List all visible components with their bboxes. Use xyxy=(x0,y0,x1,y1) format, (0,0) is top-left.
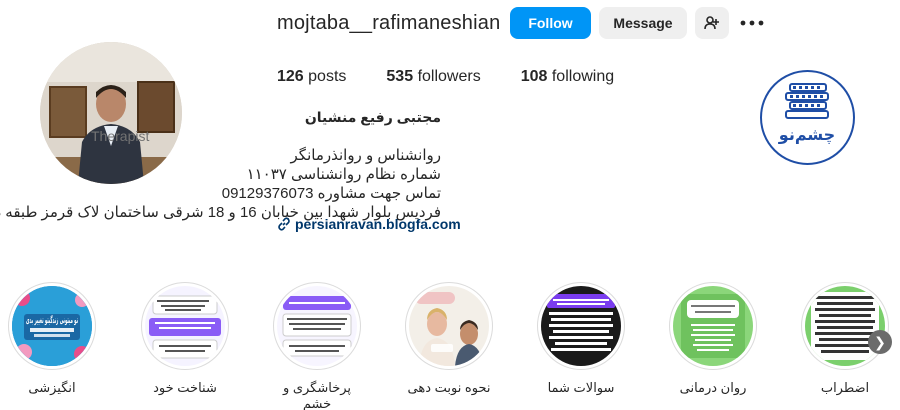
more-options-button[interactable] xyxy=(738,12,766,34)
bio-line: شماره نظام روانشناسی ۱۱۰۳۷ xyxy=(246,166,441,183)
website-link-text: persianravan.blogfa.com xyxy=(295,216,461,232)
highlight-cover-ring xyxy=(405,282,493,370)
posts-count: 126 xyxy=(277,68,304,85)
followers-stat[interactable]: 535 followers xyxy=(386,68,480,86)
highlight-cover-ring xyxy=(273,282,361,370)
highlight-cover-image xyxy=(277,286,357,366)
highlight-cover-image xyxy=(805,286,885,366)
highlights-next-button[interactable]: ❯ xyxy=(868,330,892,354)
followers-label: followers xyxy=(417,68,481,85)
followers-count: 535 xyxy=(386,68,414,85)
suggest-add-user-button[interactable] xyxy=(695,7,729,39)
posts-label: posts xyxy=(308,68,347,85)
profile-full-name: مجتبی رفیع منشیان xyxy=(304,109,441,125)
bio-line: تماس جهت مشاوره 09129376073 xyxy=(221,185,441,202)
profile-website-link[interactable]: persianravan.blogfa.com xyxy=(277,216,461,232)
more-options-icon xyxy=(740,20,764,26)
highlight-item[interactable]: نحوه نوبت دهی xyxy=(404,282,494,396)
highlight-cover-image xyxy=(541,286,621,366)
book-stack-logo-icon: چشم‌نو xyxy=(778,83,835,145)
highlight-cover-image xyxy=(673,286,753,366)
brand-logo: چشم‌نو xyxy=(760,70,855,165)
following-stat[interactable]: 108 following xyxy=(521,68,614,86)
highlight-cover-ring xyxy=(141,282,229,370)
chevron-right-icon: ❯ xyxy=(874,333,886,350)
following-label: following xyxy=(551,68,615,85)
posts-stat: 126 posts xyxy=(277,68,346,86)
highlight-label: اضطراب xyxy=(820,380,870,395)
profile-stats: 126 posts 535 followers 108 following xyxy=(277,68,654,86)
highlight-item[interactable]: تو میتونی زندگیتو تغییر بدی انگیزشی xyxy=(7,282,97,396)
highlight-item[interactable]: پرخاشگری و خشم xyxy=(272,282,362,410)
profile-category: Therapist xyxy=(91,128,150,144)
highlight-item[interactable]: شناخت خود xyxy=(140,282,230,396)
highlight-cover-ring xyxy=(537,282,625,370)
add-user-icon xyxy=(704,16,719,30)
follow-button[interactable]: Follow xyxy=(510,7,591,39)
logo-text: چشم‌نو xyxy=(778,125,835,145)
highlight-cover-image xyxy=(145,286,225,366)
highlight-cover-image: تو میتونی زندگیتو تغییر بدی xyxy=(12,286,92,366)
highlight-cover-ring xyxy=(801,282,889,370)
highlight-label: روان درمانی xyxy=(679,380,747,395)
highlight-label: نحوه نوبت دهی xyxy=(407,380,491,395)
highlight-item[interactable]: روان درمانی xyxy=(668,282,758,396)
highlight-cover-text: تو میتونی زندگیتو تغییر بدی xyxy=(26,314,78,326)
profile-bio: مجتبی رفیع منشیان Therapist روانشناس و ر… xyxy=(0,108,441,222)
highlight-item[interactable]: سوالات شما xyxy=(536,282,626,396)
highlight-cover-ring xyxy=(669,282,757,370)
link-icon xyxy=(278,217,290,231)
message-button[interactable]: Message xyxy=(599,7,687,39)
highlight-label: سوالات شما xyxy=(547,380,615,395)
profile-username: mojtaba__rafimaneshian xyxy=(277,12,501,34)
story-highlights: تو میتونی زندگیتو تغییر بدی انگیزشی xyxy=(0,282,900,410)
following-count: 108 xyxy=(520,68,548,85)
bio-line: روانشناس و روانذرمانگر xyxy=(290,147,441,164)
highlight-cover-ring: تو میتونی زندگیتو تغییر بدی xyxy=(8,282,96,370)
highlight-cover-image xyxy=(409,286,489,366)
highlight-label: شناخت خود xyxy=(153,380,217,395)
highlight-label: انگیزشی xyxy=(28,380,76,395)
highlight-label: پرخاشگری و خشم xyxy=(282,380,352,410)
